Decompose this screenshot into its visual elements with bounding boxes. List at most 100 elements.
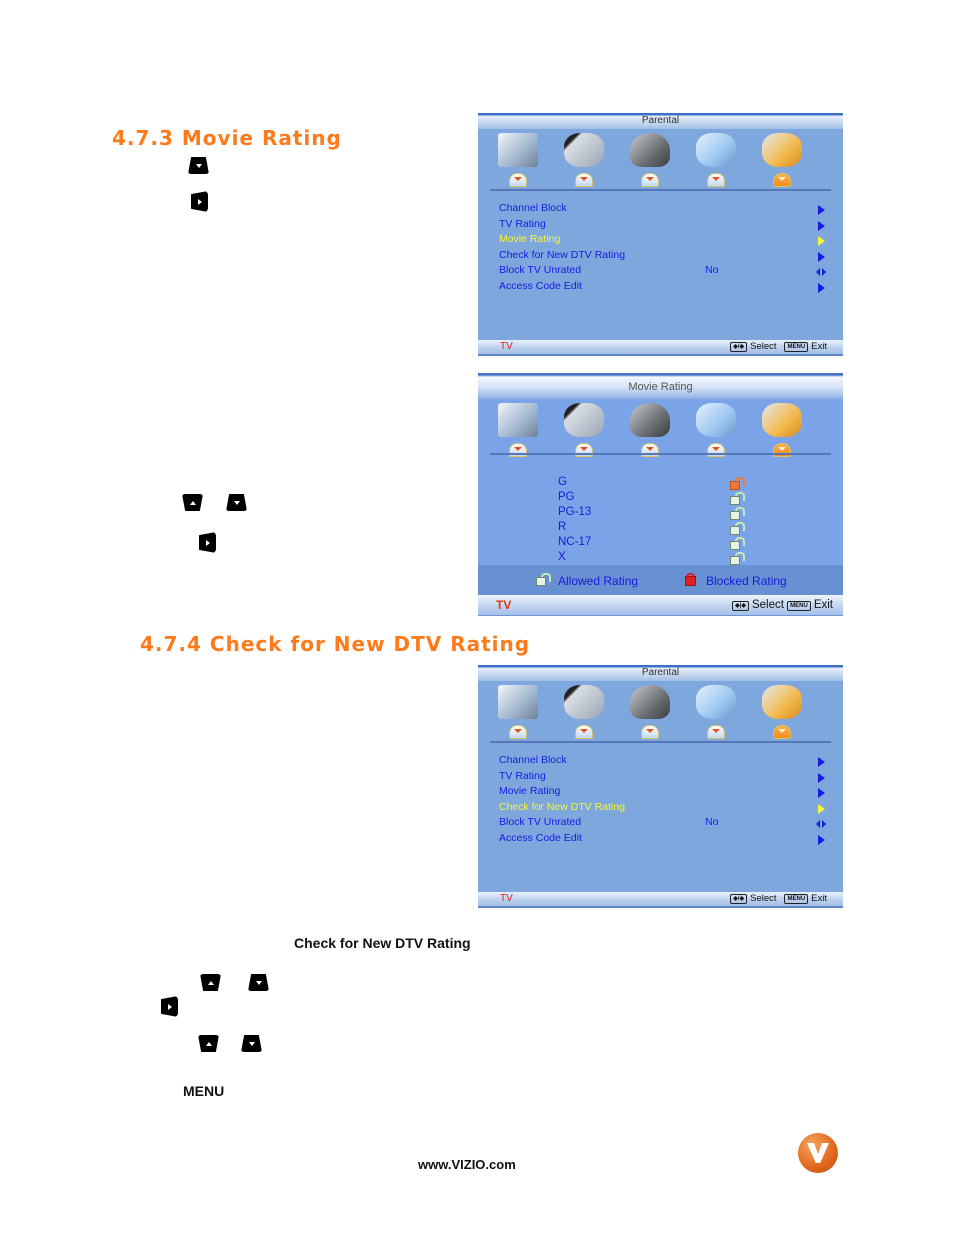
left-right-arrow-icon xyxy=(816,268,826,276)
osd-source-label: TV xyxy=(500,893,513,904)
menu-tab-marker-icon[interactable] xyxy=(641,173,659,187)
menu-item-label: Channel Block xyxy=(499,754,567,766)
menu-tab-marker-icon[interactable] xyxy=(641,725,659,739)
menu-tab-marker-icon[interactable] xyxy=(773,173,791,187)
down-arrow-key-icon xyxy=(226,494,247,511)
rating-item[interactable]: G xyxy=(558,475,591,490)
menu-item-movie-rating[interactable]: Movie Rating xyxy=(499,784,825,800)
instruction-label-check-dtv: Check for New DTV Rating xyxy=(294,935,471,951)
menu-tab-marker-icon[interactable] xyxy=(575,725,593,739)
nav-keys-badge: ◆|◆ xyxy=(732,601,749,611)
wrench-setup-icon xyxy=(696,403,736,437)
menu-tab-marker-icon[interactable] xyxy=(707,173,725,187)
unlocked-padlock-icon[interactable] xyxy=(730,492,745,507)
tv-picture-icon xyxy=(498,403,538,437)
osd-icon-row xyxy=(478,681,843,739)
vizio-url: www.VIZIO.com xyxy=(418,1157,516,1172)
microphone-audio-icon xyxy=(564,685,604,719)
menu-item-block-tv-unrated[interactable]: Block TV Unrated No xyxy=(499,263,826,279)
menu-item-value: No xyxy=(705,816,719,828)
menu-tab-marker-icon[interactable] xyxy=(509,173,527,187)
osd-hint: ◆/◆ Select MENU Exit xyxy=(730,340,827,354)
menu-key-label: MENU xyxy=(183,1083,225,1099)
osd-menu-list: Channel Block TV Rating Movie Rating Check … xyxy=(499,201,826,295)
menu-item-label: Block TV Unrated xyxy=(499,816,582,828)
rating-item[interactable]: R xyxy=(558,520,591,535)
hint-exit: Exit xyxy=(811,893,827,904)
rating-item[interactable]: X xyxy=(558,550,591,565)
unlocked-padlock-icon[interactable] xyxy=(730,477,745,492)
menu-item-check-for-new-dtv-rating[interactable]: Check for New DTV Rating xyxy=(499,248,825,264)
menu-tab-marker-icon[interactable] xyxy=(773,725,791,739)
unlocked-padlock-icon[interactable] xyxy=(730,507,745,522)
rating-item[interactable]: PG xyxy=(558,490,591,505)
menu-item-label: Channel Block xyxy=(499,202,567,214)
menu-item-check-for-new-dtv-rating[interactable]: Check for New DTV Rating xyxy=(499,800,825,816)
section-heading-check-dtv-rating: 4.7.4 Check for New DTV Rating xyxy=(140,632,531,656)
menu-item-movie-rating[interactable]: Movie Rating xyxy=(499,232,825,248)
hint-select: Select xyxy=(751,599,784,611)
menu-item-label: Access Code Edit xyxy=(499,279,582,292)
menu-item-label: Check for New DTV Rating xyxy=(499,248,626,261)
hint-exit: Exit xyxy=(811,341,827,352)
satellite-dish-tv-icon xyxy=(630,403,670,437)
rating-item[interactable]: PG-13 xyxy=(558,505,591,520)
unlocked-padlock-icon[interactable] xyxy=(730,522,745,537)
osd-title: Parental xyxy=(478,113,843,129)
menu-tab-marker-icon[interactable] xyxy=(509,725,527,739)
menu-item-tv-rating[interactable]: TV Rating xyxy=(499,217,825,233)
right-arrow-key-icon xyxy=(191,191,208,212)
menu-key-badge: MENU xyxy=(784,342,809,352)
menu-item-label: Movie Rating xyxy=(499,785,561,797)
section-heading-movie-rating: 4.7.3 Movie Rating xyxy=(112,126,342,150)
right-arrow-icon xyxy=(818,772,825,783)
osd-footer: TV ◆/◆ Select MENU Exit xyxy=(478,340,843,356)
hint-exit: Exit xyxy=(813,599,833,611)
legend-allowed: Allowed Rating xyxy=(558,573,639,588)
menu-item-label: Check for New DTV Rating xyxy=(499,800,626,813)
wrench-setup-icon xyxy=(696,685,736,719)
rating-lock-column xyxy=(730,477,745,567)
menu-key-badge: MENU xyxy=(784,894,809,904)
menu-item-access-code-edit[interactable]: Access Code Edit xyxy=(499,279,825,295)
osd-parental-menu-screenshot: Parental Channel Block TV Rating Movie Rat… xyxy=(478,665,843,908)
osd-footer: TV ◆/◆ Select MENU Exit xyxy=(478,892,843,908)
menu-item-label: Block TV Unrated xyxy=(499,264,582,276)
nav-keys-badge: ◆/◆ xyxy=(730,342,748,352)
wrench-setup-icon xyxy=(696,133,736,167)
right-arrow-icon xyxy=(818,282,825,293)
right-arrow-icon xyxy=(818,205,825,215)
osd-source-label: TV xyxy=(496,598,512,612)
unlocked-padlock-icon[interactable] xyxy=(730,537,745,552)
menu-item-tv-rating[interactable]: TV Rating xyxy=(499,769,825,785)
right-arrow-icon xyxy=(818,757,825,767)
up-arrow-key-icon xyxy=(200,974,221,991)
menu-tab-marker-icon[interactable] xyxy=(575,173,593,187)
menu-item-channel-block[interactable]: Channel Block xyxy=(499,201,825,217)
osd-footer: TV ◆|◆ Select MENU Exit xyxy=(478,595,843,616)
menu-tab-marker-icon[interactable] xyxy=(707,725,725,739)
menu-item-label: Movie Rating xyxy=(499,233,561,245)
tv-picture-icon xyxy=(498,685,538,719)
osd-divider xyxy=(490,741,831,743)
rating-item[interactable]: NC-17 xyxy=(558,535,591,550)
vizio-logo-icon xyxy=(798,1133,838,1173)
menu-item-access-code-edit[interactable]: Access Code Edit xyxy=(499,831,825,847)
right-arrow-key-icon xyxy=(199,532,216,553)
right-arrow-key-icon xyxy=(161,996,178,1017)
menu-item-block-tv-unrated[interactable]: Block TV Unrated No xyxy=(499,815,826,831)
right-arrow-icon xyxy=(818,834,825,845)
right-arrow-icon xyxy=(818,803,825,814)
right-arrow-icon xyxy=(818,251,825,262)
legend-blocked: Blocked Rating xyxy=(706,573,787,588)
down-arrow-key-icon xyxy=(241,1035,262,1052)
right-arrow-icon xyxy=(818,236,825,246)
up-arrow-key-icon xyxy=(198,1035,219,1052)
rating-list: G PG PG-13 R NC-17 X xyxy=(558,475,591,565)
menu-item-channel-block[interactable]: Channel Block xyxy=(499,753,825,769)
key-parental-icon xyxy=(762,685,802,719)
menu-item-label: TV Rating xyxy=(499,217,546,230)
osd-hint: ◆/◆ Select MENU Exit xyxy=(730,892,827,906)
right-arrow-icon xyxy=(818,220,825,231)
down-arrow-key-icon xyxy=(248,974,269,991)
